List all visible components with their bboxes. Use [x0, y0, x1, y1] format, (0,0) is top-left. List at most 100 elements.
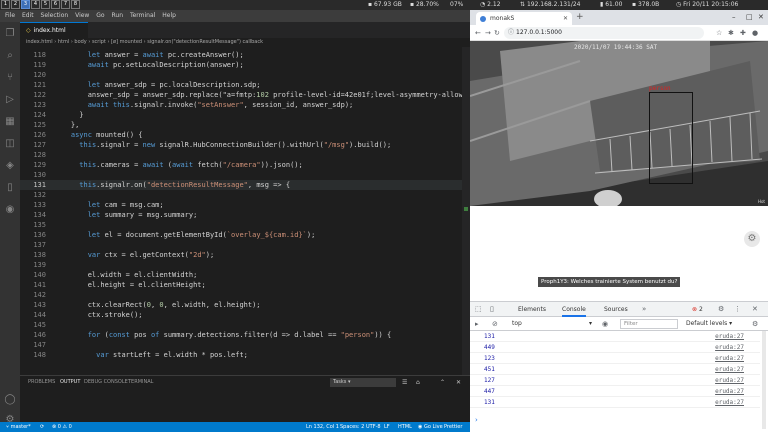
remote-icon[interactable]: ◫ [4, 138, 16, 150]
extensions-icon[interactable]: ▦ [4, 116, 16, 128]
cursor-position[interactable]: Ln 132, Col 1 [306, 422, 339, 432]
device-toolbar-icon[interactable]: ▯ [490, 302, 494, 317]
tab-index-html[interactable]: ◇ index.html [20, 22, 88, 38]
log-source-link[interactable]: eruda:27 [715, 353, 744, 364]
indentation-status[interactable]: Spaces: 2 [340, 422, 364, 432]
breadcrumb[interactable]: index.html › html › body › script › [ø] … [20, 38, 470, 47]
tab-terminal[interactable]: TERMINAL [128, 376, 153, 389]
console-settings-icon[interactable]: ⚙ [752, 317, 758, 331]
explorer-icon[interactable]: ❐ [4, 28, 16, 40]
tab-sources[interactable]: Sources [604, 302, 628, 317]
tab-output[interactable]: OUTPUT [60, 376, 81, 390]
workspace-button[interactable]: 7 [61, 0, 70, 9]
puzzle-icon[interactable]: ✚ [740, 25, 746, 41]
output-panel[interactable] [20, 389, 470, 422]
workspace-button[interactable]: 5 [41, 0, 50, 9]
more-tabs-icon[interactable]: » [642, 302, 646, 317]
tab-elements[interactable]: Elements [518, 302, 546, 317]
log-source-link[interactable]: eruda:27 [715, 331, 744, 342]
log-source-link[interactable]: eruda:27 [715, 386, 744, 397]
close-window-icon[interactable]: ✕ [758, 10, 764, 25]
code-editor[interactable]: 118 let answer = await pc.createAnswer()… [20, 47, 470, 375]
log-source-link[interactable]: eruda:27 [715, 364, 744, 375]
menu-view[interactable]: View [75, 12, 89, 19]
context-value: top [512, 320, 522, 327]
encoding-status[interactable]: UTF-8 [366, 422, 381, 432]
tab-console[interactable]: Console [562, 302, 586, 317]
status-bar: ⑂ master* ⟳ ⊗ 0 ⚠ 0 Ln 132, Col 1 Spaces… [0, 422, 470, 432]
info-icon[interactable]: ⓘ [508, 27, 514, 39]
line-number: 128 [33, 151, 46, 159]
log-source-link[interactable]: eruda:27 [715, 397, 744, 408]
sidebar-toggle-icon[interactable]: ▸ [475, 317, 479, 331]
device-icon[interactable]: ▯ [4, 182, 16, 194]
workspace-button[interactable]: 4 [31, 0, 40, 9]
console-scrollbar[interactable] [762, 331, 766, 429]
close-devtools-icon[interactable]: ✕ [752, 302, 758, 317]
filter-input[interactable]: Filter [620, 319, 678, 329]
menu-terminal[interactable]: Terminal [130, 12, 155, 19]
code-line: 129 this.cameras = await (await fetch("/… [20, 160, 470, 170]
new-tab-icon[interactable]: + [576, 11, 584, 24]
devtools-settings-icon[interactable]: ⚙ [718, 302, 724, 317]
workspace-button[interactable]: 3 [21, 0, 30, 9]
url-input[interactable]: ⓘ 127.0.0.1:5000 [504, 27, 704, 39]
maximize-panel-icon[interactable]: ⌃ [440, 376, 445, 389]
run-debug-icon[interactable]: ▷ [4, 94, 16, 106]
account-icon[interactable]: ◯ [4, 394, 16, 406]
context-select[interactable]: top ▾ [510, 319, 594, 329]
language-status[interactable]: HTML [398, 422, 412, 432]
search-icon[interactable]: ⌕ [4, 50, 16, 62]
timeline-icon[interactable]: ◉ [4, 204, 16, 216]
menu-go[interactable]: Go [96, 12, 104, 19]
log-row: 447 eruda:27 [470, 386, 760, 397]
menu-file[interactable]: File [5, 12, 15, 19]
branch-status[interactable]: ⑂ master* [6, 422, 31, 432]
maximize-window-icon[interactable]: □ [746, 10, 753, 25]
tab-debug-console[interactable]: DEBUG CONSOLE [84, 376, 128, 389]
forward-icon[interactable]: → [485, 25, 491, 41]
error-badge[interactable]: ⊗ 2 [692, 302, 703, 317]
workspace-button[interactable]: 1 [1, 0, 10, 9]
camera-feed[interactable]: 2020/11/07 19:44:36 SAT person Hot [470, 41, 768, 206]
clear-output-icon[interactable]: ☰ [402, 376, 407, 389]
close-panel-icon[interactable]: ✕ [456, 376, 461, 389]
eol-status[interactable]: LF [384, 422, 390, 432]
source-control-icon[interactable]: ⑂ [4, 72, 16, 84]
extension-icon[interactable]: ✱ [728, 25, 734, 41]
settings-gear-icon[interactable]: ⚙ [744, 231, 760, 247]
workspace-button[interactable]: 6 [51, 0, 60, 9]
log-levels-dropdown[interactable]: Default levels ▾ [686, 317, 732, 331]
workspace-button[interactable]: 8 [71, 0, 80, 9]
close-tab-icon[interactable]: ✕ [563, 12, 568, 25]
task-select[interactable]: Tasks ▾ [330, 378, 396, 387]
console-prompt-icon[interactable]: › [475, 416, 478, 424]
lock-scroll-icon[interactable]: ⌂ [416, 376, 420, 389]
sync-icon[interactable]: ⟳ [40, 422, 44, 432]
devtools-menu-icon[interactable]: ⋮ [734, 302, 741, 317]
page-viewport: 2020/11/07 19:44:36 SAT person Hot ⚙ Pro… [470, 41, 768, 301]
docker-icon[interactable]: ◈ [4, 160, 16, 172]
menu-run[interactable]: Run [112, 12, 124, 19]
profile-avatar-icon[interactable]: ● [752, 25, 758, 41]
minimize-window-icon[interactable]: – [732, 10, 736, 25]
browser-tab[interactable]: monakS ✕ [476, 12, 572, 25]
live-expression-eye-icon[interactable]: ◉ [602, 317, 608, 331]
menu-selection[interactable]: Selection [41, 12, 69, 19]
menu-edit[interactable]: Edit [22, 12, 34, 19]
inspect-element-icon[interactable]: ⬚ [475, 302, 482, 317]
reload-icon[interactable]: ↻ [494, 25, 500, 41]
bookmark-star-icon[interactable]: ☆ [716, 25, 722, 41]
log-source-link[interactable]: eruda:27 [715, 342, 744, 353]
tab-problems[interactable]: PROBLEMS [28, 376, 55, 389]
clear-console-icon[interactable]: ⊘ [492, 317, 498, 331]
minimap[interactable] [462, 47, 470, 375]
prettier-status[interactable]: Prettier [444, 422, 462, 432]
menu-help[interactable]: Help [162, 12, 176, 19]
back-icon[interactable]: ← [475, 25, 481, 41]
problems-status[interactable]: ⊗ 0 ⚠ 0 [52, 422, 72, 432]
log-row: 131 eruda:27 [470, 331, 760, 342]
go-live-status[interactable]: ◉ Go Live [418, 422, 443, 432]
log-source-link[interactable]: eruda:27 [715, 375, 744, 386]
workspace-button[interactable]: 2 [11, 0, 20, 9]
